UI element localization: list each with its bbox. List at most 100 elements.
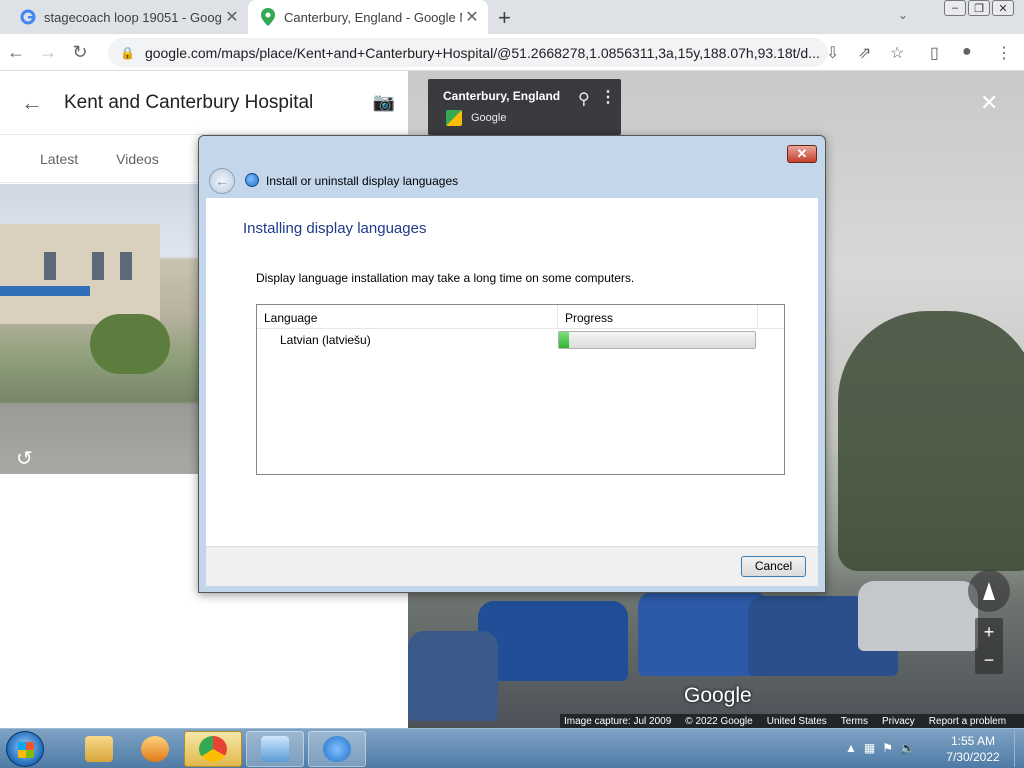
- folder-icon: [85, 736, 113, 762]
- share-icon[interactable]: ⇗: [858, 43, 871, 63]
- forward-arrow-icon[interactable]: →: [32, 42, 64, 63]
- language-name: Latvian (latviešu): [280, 333, 371, 347]
- bookmark-star-icon[interactable]: ☆: [890, 43, 904, 63]
- browser-tab-strip: stagecoach loop 19051 - Google ✕ Canterb…: [0, 0, 1024, 34]
- google-maps-logo-icon: [446, 110, 462, 126]
- window: [92, 252, 104, 280]
- report-problem-link[interactable]: Report a problem: [929, 716, 1006, 727]
- clock[interactable]: 1:55 AM 7/30/2022: [936, 733, 1010, 765]
- close-tab-icon[interactable]: ✕: [222, 7, 242, 27]
- dialog-close-button[interactable]: ✕: [787, 145, 817, 163]
- dialog-caption: Install or uninstall display languages: [266, 174, 459, 188]
- zoom-out-button[interactable]: −: [975, 646, 1003, 674]
- sv-source: Google: [471, 112, 507, 124]
- place-photo[interactable]: ↺: [0, 184, 200, 474]
- back-arrow-icon[interactable]: ←: [0, 42, 32, 63]
- lock-icon: 🔒: [120, 45, 135, 60]
- column-header-progress[interactable]: Progress: [558, 305, 758, 328]
- tab-latest[interactable]: Latest: [40, 151, 78, 167]
- progress-fill: [559, 332, 569, 348]
- taskbar-control-panel[interactable]: [246, 731, 304, 767]
- sv-location-title: Canterbury, England: [443, 89, 561, 103]
- dialog-footer: Cancel: [206, 546, 818, 586]
- browser-toolbar: ← → ↻ 🔒 google.com/maps/place/Kent+and+C…: [0, 34, 1024, 71]
- address-bar[interactable]: 🔒 google.com/maps/place/Kent+and+Canterb…: [108, 38, 828, 67]
- list-header: Language Progress: [257, 305, 784, 329]
- close-street-view-icon[interactable]: ✕: [980, 90, 998, 116]
- restore-button[interactable]: ❐: [968, 0, 990, 16]
- close-window-button[interactable]: ✕: [992, 0, 1014, 16]
- install-app-icon[interactable]: ⇩: [826, 43, 839, 63]
- browser-tab-search[interactable]: stagecoach loop 19051 - Google ✕: [8, 0, 248, 34]
- system-tray: ▲ ▦ ⚑ 🔈: [845, 741, 915, 755]
- map-footer: Image capture: Jul 2009 © 2022 Google Un…: [560, 714, 1024, 728]
- action-center-flag-icon[interactable]: ⚑: [882, 741, 893, 755]
- compass-needle: [983, 582, 995, 600]
- taskbar-explorer[interactable]: [70, 731, 128, 767]
- dialog-description: Display language installation may take a…: [256, 271, 635, 285]
- close-tab-icon[interactable]: ✕: [462, 7, 482, 27]
- copyright: © 2022 Google: [685, 715, 753, 727]
- image-capture-date: Image capture: Jul 2009: [564, 715, 672, 727]
- taskbar-media-player[interactable]: [126, 731, 184, 767]
- chrome-icon: [199, 736, 227, 762]
- building: [0, 224, 160, 324]
- start-button[interactable]: [6, 731, 44, 767]
- region-link[interactable]: United States: [767, 716, 827, 727]
- taskbar-chrome[interactable]: [184, 731, 242, 767]
- network-icon[interactable]: ▦: [864, 741, 875, 755]
- rotate-360-icon[interactable]: ↺: [16, 446, 33, 471]
- maps-pin-icon: [260, 8, 276, 26]
- media-player-icon: [141, 736, 169, 762]
- browser-tab-maps[interactable]: Canterbury, England - Google M ✕: [248, 0, 488, 34]
- reload-icon[interactable]: ↻: [64, 42, 96, 63]
- show-desktop-button[interactable]: [1014, 731, 1024, 767]
- compass-icon[interactable]: [968, 570, 1010, 612]
- minimize-button[interactable]: –: [944, 0, 966, 16]
- kebab-menu-icon[interactable]: ⋮: [996, 43, 1012, 63]
- cancel-button[interactable]: Cancel: [741, 556, 806, 577]
- bush: [90, 314, 170, 374]
- show-hidden-icons-button[interactable]: ▲: [845, 741, 857, 755]
- more-options-icon[interactable]: ⋮: [600, 87, 616, 107]
- progress-bar: [558, 331, 756, 349]
- dialog-body: Installing display languages Display lan…: [206, 198, 818, 546]
- list-item[interactable]: Latvian (latviešu): [257, 329, 784, 353]
- taskbar-language-installer[interactable]: [308, 731, 366, 767]
- car: [478, 601, 628, 681]
- tab-title: Canterbury, England - Google M: [284, 9, 462, 25]
- control-panel-icon: [261, 736, 289, 762]
- back-arrow-icon[interactable]: ←: [209, 168, 235, 194]
- language-list[interactable]: Language Progress Latvian (latviešu): [256, 304, 785, 475]
- google-g-icon: [20, 9, 36, 25]
- street-view-location-card: Canterbury, England Google ⚲ ⋮: [428, 79, 621, 135]
- zoom-in-button[interactable]: +: [975, 618, 1003, 646]
- volume-icon[interactable]: 🔈: [900, 741, 915, 755]
- window: [120, 252, 132, 280]
- new-tab-button[interactable]: +: [498, 5, 511, 31]
- location-pin-icon[interactable]: ⚲: [578, 89, 590, 109]
- column-header-language[interactable]: Language: [257, 305, 558, 328]
- clock-date: 7/30/2022: [946, 750, 1000, 764]
- car: [408, 631, 498, 721]
- url-text: google.com/maps/place/Kent+and+Canterbur…: [144, 44, 820, 61]
- terms-link[interactable]: Terms: [841, 716, 868, 727]
- globe-icon: [245, 173, 259, 187]
- clock-time: 1:55 AM: [950, 734, 996, 748]
- car: [858, 581, 978, 651]
- canopy: [0, 286, 90, 296]
- place-header: ← Kent and Canterbury Hospital 📷: [0, 71, 408, 135]
- install-languages-dialog: ✕ ← Install or uninstall display languag…: [198, 135, 826, 593]
- side-panel-icon[interactable]: ▯: [930, 43, 939, 63]
- tab-videos[interactable]: Videos: [116, 151, 159, 167]
- google-wordmark: Google: [684, 684, 752, 707]
- window: [44, 252, 56, 280]
- back-arrow-icon[interactable]: ←: [0, 90, 64, 116]
- zoom-control: + −: [975, 618, 1003, 674]
- privacy-link[interactable]: Privacy: [882, 716, 915, 727]
- globe-icon: [323, 736, 351, 762]
- profile-avatar-icon[interactable]: ●: [962, 43, 972, 61]
- add-photo-icon[interactable]: 📷: [360, 92, 408, 113]
- tree: [838, 311, 1024, 571]
- tab-search-chevron-icon[interactable]: ⌄: [898, 8, 908, 22]
